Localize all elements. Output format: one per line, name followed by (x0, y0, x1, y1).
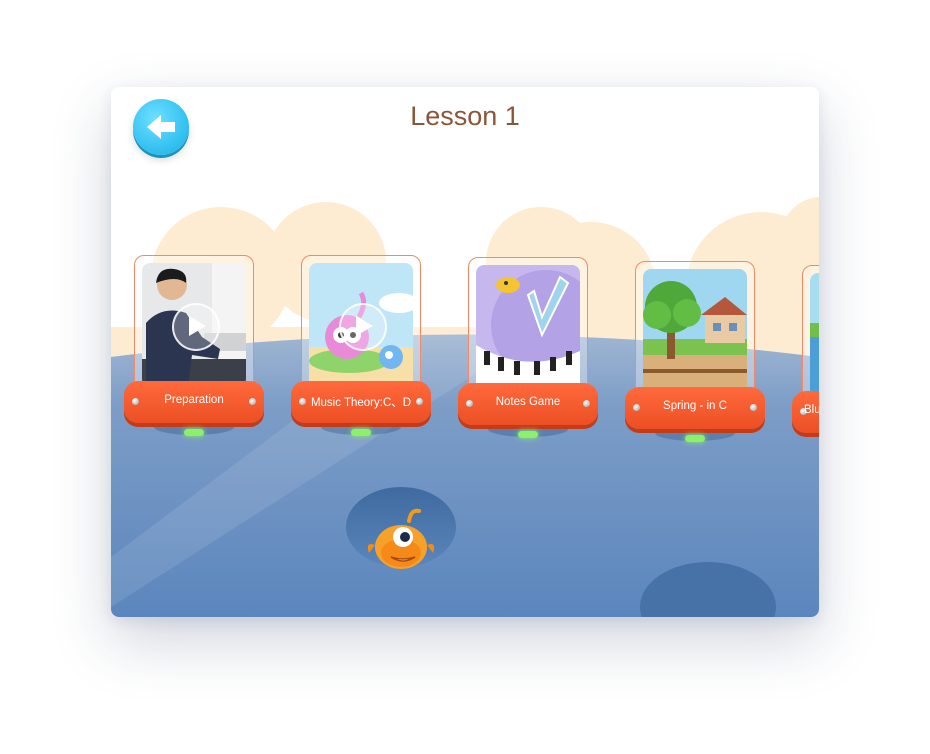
lesson-label: Music Theory:C、D (310, 397, 412, 409)
glow-indicator (351, 429, 371, 436)
glow-indicator (184, 429, 204, 436)
orange-music-note-mascot-icon[interactable] (361, 507, 441, 573)
lesson-card-spring-in-c[interactable]: Spring - in C (625, 261, 765, 446)
thumbnail-cartoon-notes (309, 263, 413, 387)
lesson-screen: Lesson 1 Preparation Music Theory:C、D No… (111, 87, 819, 617)
lesson-card-blu[interactable]: Blu (792, 265, 819, 450)
glow-indicator (685, 435, 705, 442)
play-icon (189, 316, 206, 336)
play-button[interactable] (339, 303, 387, 351)
page-title: Lesson 1 (410, 101, 520, 131)
thumbnail-piano-keys (476, 265, 580, 389)
lesson-label: Preparation (164, 394, 224, 406)
lesson-label: Blu (804, 404, 819, 416)
thumbnail-piano-teacher (142, 263, 246, 387)
play-button[interactable] (172, 303, 220, 351)
play-icon (356, 316, 373, 336)
glow-indicator (518, 431, 538, 438)
lesson-card-notes-game[interactable]: Notes Game (458, 257, 598, 442)
thumbnail-tree-house (643, 269, 747, 393)
lesson-card-music-theory[interactable]: Music Theory:C、D (291, 255, 431, 440)
lesson-label: Notes Game (495, 396, 561, 408)
lesson-card-preparation[interactable]: Preparation (124, 255, 264, 440)
thumbnail-blue-lake (810, 273, 819, 397)
lesson-label: Spring - in C (663, 400, 727, 412)
